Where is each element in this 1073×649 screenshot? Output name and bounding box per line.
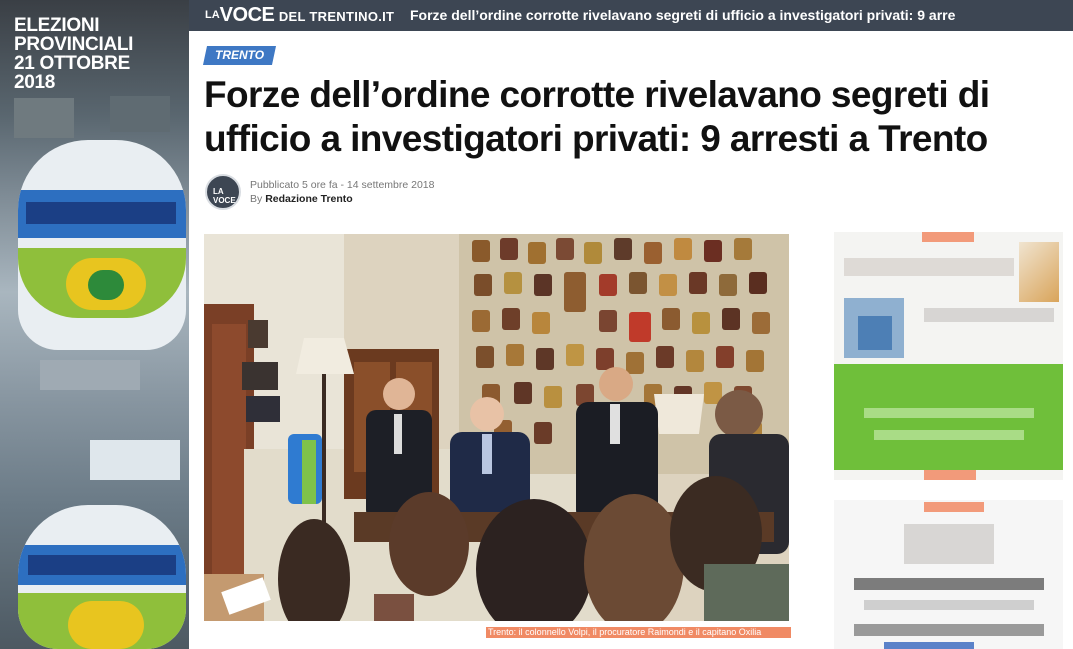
ad-blur-link	[884, 642, 974, 649]
ad-blur-image	[858, 316, 892, 350]
pixel-block	[14, 98, 74, 138]
ad-accent-bar	[924, 502, 984, 512]
site-logo[interactable]: LAVOCE DEL TRENTINO.IT	[205, 4, 394, 27]
author-avatar[interactable]: LA VOCE	[205, 174, 241, 210]
article-meta: Pubblicato 5 ore fa - 14 settembre 2018 …	[250, 178, 434, 206]
election-banner-ad[interactable]: ELEZIONI PROVINCIALI 21 OTTOBRE 2018	[0, 0, 189, 649]
logo-la: LA	[205, 9, 220, 21]
ad-blur-line	[854, 624, 1044, 636]
photo-illustration	[204, 234, 789, 621]
date-separator: -	[340, 179, 345, 191]
party-logo-blurred	[18, 140, 186, 350]
ad-blur-shape	[904, 524, 994, 564]
author-line: By Redazione Trento	[250, 192, 434, 206]
ad-blur-line	[864, 408, 1034, 418]
published-date: 14 settembre 2018	[346, 179, 435, 191]
pixel-block	[90, 440, 180, 480]
logo-voce: VOCE	[219, 4, 275, 26]
ad-blur-shape	[1019, 242, 1059, 302]
site-header: LAVOCE DEL TRENTINO.IT Forze dell’ordine…	[189, 0, 1073, 31]
ad-blur-line	[874, 430, 1024, 440]
ad-accent-bar	[924, 470, 976, 480]
ad-accent-bar	[922, 232, 974, 242]
pixel-block	[40, 360, 140, 390]
avatar-text: LA VOCE	[213, 187, 236, 205]
ad-blur-line	[864, 600, 1034, 610]
ad-blur-line	[854, 578, 1044, 590]
right-sidebar-ad[interactable]	[834, 232, 1063, 480]
by-label: By	[250, 193, 263, 205]
photo-caption: Trento: il colonnello Volpi, il procurat…	[486, 627, 791, 638]
ad-blur-line	[844, 258, 1014, 276]
ad-title-line: PROVINCIALI	[14, 34, 134, 55]
publish-info: Pubblicato 5 ore fa - 14 settembre 2018	[250, 178, 434, 192]
category-badge[interactable]: TRENTO	[202, 46, 277, 65]
article-headline: Forze dell’ordine corrotte rivelavano se…	[204, 74, 990, 159]
published-label: Pubblicato	[250, 179, 300, 191]
author-link[interactable]: Redazione Trento	[265, 193, 353, 205]
logo-domain: DEL TRENTINO.IT	[278, 9, 395, 24]
pixel-block	[110, 96, 170, 132]
ad-title-line: ELEZIONI	[14, 15, 100, 36]
ad-title-line: 2018	[14, 72, 56, 93]
right-sidebar-ad-2[interactable]	[834, 500, 1063, 649]
ad-blur-line	[924, 308, 1054, 322]
ad-title-line: 21 OTTOBRE	[14, 53, 130, 74]
article-photo[interactable]	[204, 234, 789, 621]
published-ago: 5 ore fa	[301, 179, 338, 191]
header-article-title: Forze dell’ordine corrotte rivelavano se…	[410, 7, 956, 23]
category-label: TRENTO	[215, 48, 265, 62]
ad-title: ELEZIONI PROVINCIALI 21 OTTOBRE 2018	[14, 16, 133, 92]
party-logo-blurred	[18, 505, 186, 649]
